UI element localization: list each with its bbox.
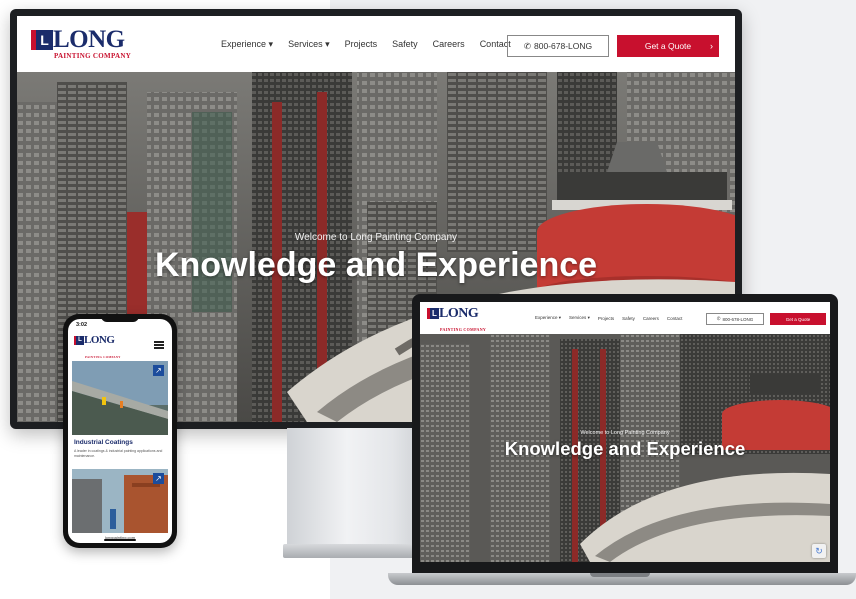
logo-mark-icon: L	[31, 30, 53, 50]
hero-eyebrow: Welcome to Long Painting Company	[580, 430, 670, 436]
recaptcha-icon: ↻	[812, 544, 826, 558]
nav-item-safety[interactable]: Safety	[392, 39, 418, 49]
nav-item-careers[interactable]: Careers	[643, 316, 659, 321]
laptop-screen: L LONG PAINTING COMPANY Experience ▾ Serv…	[420, 302, 830, 562]
laptop-device: L LONG PAINTING COMPANY Experience ▾ Serv…	[412, 294, 838, 574]
site-logo[interactable]: L LONG PAINTING COMPANY	[31, 26, 132, 60]
chevron-down-icon: ▾	[558, 315, 562, 320]
hamburger-menu-icon[interactable]	[154, 341, 164, 349]
mobile-phone: 3:02 L LONG PAINTING COMPANY ↗ Industrial…	[63, 314, 177, 548]
hero-eyebrow: Welcome to Long Painting Company	[294, 232, 458, 243]
nav-item-projects[interactable]: Projects	[345, 39, 378, 49]
nav-item-services[interactable]: Services ▾	[288, 39, 330, 50]
logo-mark-icon: L	[427, 308, 439, 319]
laptop-notch	[590, 573, 650, 577]
second-card-image[interactable]: ↗	[72, 469, 168, 533]
logo-subtitle: PAINTING COMPANY	[85, 355, 121, 359]
nav-item-experience[interactable]: Experience ▾	[221, 39, 273, 50]
card-title: Industrial Coatings	[74, 439, 133, 446]
status-time: 3:02	[76, 322, 88, 328]
logo-wordmark: LONG	[84, 334, 115, 346]
logo-subtitle: PAINTING COMPANY	[440, 327, 487, 332]
hero-title: Knowledge and Experience	[154, 246, 598, 284]
laptop-site-header: L LONG PAINTING COMPANY Experience ▾ Serv…	[420, 302, 830, 334]
site-header: L LONG PAINTING COMPANY Experience ▾ Serv…	[17, 16, 735, 72]
main-menu: Experience ▾ Services ▾ Projects Safety …	[221, 16, 526, 72]
laptop-main-menu: Experience ▾ Services ▾ Projects Safety …	[535, 302, 682, 334]
logo-mark-icon: L	[74, 336, 84, 345]
phone-button[interactable]: ✆ 800-678-LONG	[507, 35, 609, 57]
nav-item-careers[interactable]: Careers	[433, 39, 465, 49]
chevron-down-icon: ▾	[268, 38, 274, 49]
logo-subtitle: PAINTING COMPANY	[54, 52, 132, 60]
nav-item-contact[interactable]: Contact	[667, 316, 683, 321]
get-a-quote-button[interactable]: Get a Quote	[770, 313, 826, 325]
nav-item-safety[interactable]: Safety	[622, 316, 635, 321]
phone-notch	[101, 314, 139, 322]
laptop-site-logo[interactable]: L LONG PAINTING COMPANY	[427, 306, 487, 332]
chevron-right-icon: ›	[710, 41, 713, 51]
industrial-coatings-image[interactable]: ↗	[72, 361, 168, 435]
arrow-expand-icon[interactable]: ↗	[153, 365, 164, 376]
chevron-down-icon: ▾	[325, 38, 330, 49]
hero-title: Knowledge and Experience	[504, 438, 746, 459]
chevron-down-icon: ▾	[587, 315, 590, 320]
phone-icon: ✆	[523, 40, 531, 51]
get-a-quote-button[interactable]: Get a Quote ›	[617, 35, 719, 57]
phone-button[interactable]: ✆ 800-678-LONG	[706, 313, 764, 325]
card-description: A leader in coatings & industrial painti…	[74, 449, 163, 458]
nav-item-services[interactable]: Services ▾	[569, 315, 590, 321]
nav-item-projects[interactable]: Projects	[598, 316, 614, 321]
mobile-site-logo[interactable]: L LONG PAINTING COMPANY	[74, 334, 121, 359]
home-indicator	[104, 539, 136, 541]
phone-screen: 3:02 L LONG PAINTING COMPANY ↗ Industrial…	[68, 319, 172, 543]
logo-wordmark: LONG	[439, 306, 479, 321]
phone-icon: ✆	[716, 316, 721, 321]
arrow-expand-icon[interactable]: ↗	[153, 473, 164, 484]
nav-item-experience[interactable]: Experience ▾	[535, 315, 561, 321]
logo-wordmark: LONG	[53, 26, 125, 53]
